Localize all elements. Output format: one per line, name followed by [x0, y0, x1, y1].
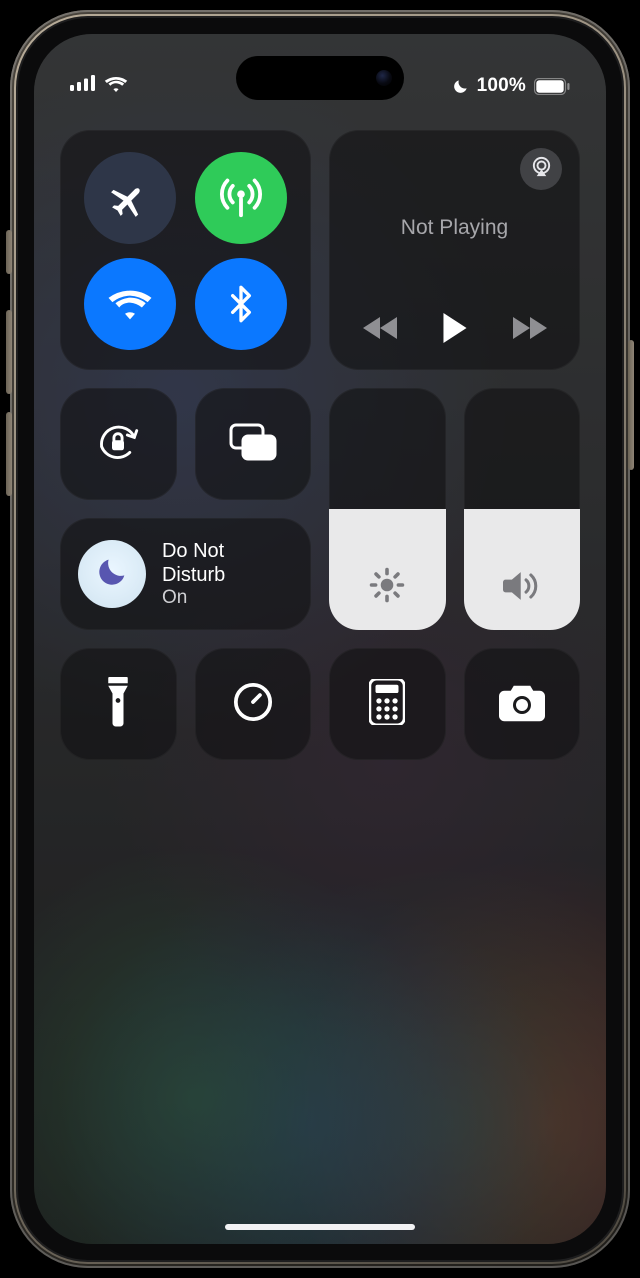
airplay-button[interactable]: [520, 148, 562, 190]
focus-name: Do Not Disturb: [162, 539, 293, 587]
timer-button[interactable]: [195, 648, 312, 760]
brightness-slider[interactable]: [329, 388, 446, 630]
control-center: Not Playing: [34, 34, 606, 1244]
bluetooth-icon: [221, 284, 261, 324]
calculator-icon: [369, 679, 405, 730]
timer-icon: [231, 680, 275, 729]
camera-button[interactable]: [464, 648, 581, 760]
connectivity-cluster: [60, 130, 311, 370]
flashlight-button[interactable]: [60, 648, 177, 760]
skip-forward-icon: [513, 326, 547, 343]
battery-icon: [534, 78, 570, 95]
lock-rotate-icon: [94, 418, 142, 471]
screen-mirror-icon: [228, 422, 278, 467]
flashlight-icon: [105, 677, 131, 732]
orientation-lock-toggle[interactable]: [60, 388, 177, 500]
airplay-icon: [530, 155, 553, 183]
wifi-icon: [107, 281, 153, 327]
volume-slider[interactable]: [464, 388, 581, 630]
previous-button[interactable]: [363, 317, 397, 344]
bluetooth-toggle[interactable]: [195, 258, 287, 350]
battery-percent: 100%: [477, 75, 526, 97]
now-playing-title: Not Playing: [347, 216, 562, 240]
antenna-icon: [218, 175, 264, 221]
media-tile[interactable]: Not Playing: [329, 130, 580, 370]
wifi-icon: [104, 75, 128, 98]
calculator-button[interactable]: [329, 648, 446, 760]
play-button[interactable]: [441, 313, 469, 348]
moon-icon: [452, 78, 469, 95]
airplane-icon: [108, 176, 152, 220]
moon-icon: [95, 555, 129, 594]
wifi-toggle[interactable]: [84, 258, 176, 350]
play-icon: [441, 330, 469, 347]
focus-state: On: [162, 587, 293, 610]
screen: 100%: [34, 34, 606, 1244]
sun-icon: [369, 567, 405, 608]
cellular-data-toggle[interactable]: [195, 152, 287, 244]
camera-icon: [497, 682, 547, 727]
skip-back-icon: [363, 326, 397, 343]
focus-button[interactable]: Do Not Disturb On: [60, 518, 311, 630]
screen-mirroring-button[interactable]: [195, 388, 312, 500]
airplane-mode-toggle[interactable]: [84, 152, 176, 244]
home-indicator[interactable]: [225, 1224, 415, 1230]
status-bar: 100%: [34, 64, 606, 108]
next-button[interactable]: [513, 317, 547, 344]
speaker-icon: [503, 569, 541, 608]
cellular-signal-icon: [70, 75, 96, 97]
